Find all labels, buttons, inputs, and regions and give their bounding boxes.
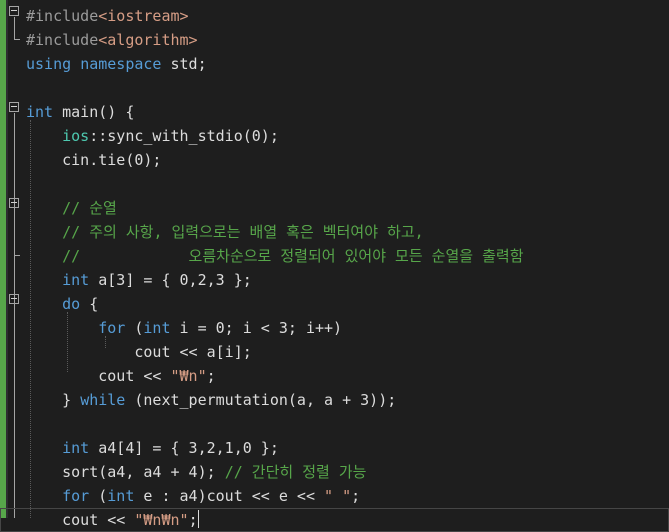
code-token: for (62, 487, 90, 505)
code-line[interactable]: sort(a4, a4 + 4); // 간단히 정렬 가능 (0, 460, 669, 484)
code-token: // 순열 (62, 199, 117, 217)
code-token: using (26, 55, 72, 73)
code-token: int (107, 487, 135, 505)
code-line-text: cout << "₩n"; (26, 364, 216, 388)
code-token: cout << (26, 511, 135, 529)
code-line[interactable]: // 순열 (0, 196, 669, 220)
code-token: { (80, 295, 99, 313)
code-token: ; (188, 511, 198, 529)
code-token: cout << (26, 367, 171, 385)
code-token: cout << a[i]; (26, 343, 252, 361)
code-token: ::sync_with_stdio(0); (89, 127, 279, 145)
code-line[interactable]: // 주의 사항, 입력으로는 배열 혹은 벡터여야 하고, (0, 220, 669, 244)
code-line-text: using namespace std; (26, 52, 207, 76)
code-editor[interactable]: #include<iostream> #include<algorithm> usi… (0, 0, 669, 532)
code-line-text: cin.tie(0); (26, 148, 161, 172)
code-token: ios (62, 127, 90, 145)
code-line-text: cout << a[i]; (26, 340, 252, 364)
code-line-text: #include<iostream> (26, 4, 189, 28)
code-line[interactable] (0, 76, 669, 100)
code-token: do (62, 295, 81, 313)
code-token: #include (26, 7, 99, 25)
code-line-text: ios::sync_with_stdio(0); (26, 124, 279, 148)
code-line[interactable]: ios::sync_with_stdio(0); (0, 124, 669, 148)
code-token: namespace (80, 55, 162, 73)
code-line-text: int a4[4] = { 3,2,1,0 }; (26, 436, 279, 460)
code-token: // 간단히 정렬 가능 (224, 463, 367, 481)
code-line[interactable]: #include<algorithm> (0, 28, 669, 52)
code-token: // 주의 사항, 입력으로는 배열 혹은 벡터여야 하고, (62, 223, 424, 241)
code-line[interactable]: cout << a[i]; (0, 340, 669, 364)
code-line[interactable]: } while (next_permutation(a, a + 3)); (0, 388, 669, 412)
code-token: a4[4] = { 3,2,1,0 }; (89, 439, 279, 457)
code-line[interactable]: cout << "₩n"; (0, 364, 669, 388)
code-token: int (62, 439, 90, 457)
code-line[interactable]: using namespace std; (0, 52, 669, 76)
code-token: cin.tie(0); (26, 151, 162, 169)
code-token: } (26, 391, 81, 409)
code-line-text: #include<algorithm> (26, 28, 198, 52)
code-token: e : a4)cout << e << (134, 487, 325, 505)
code-line[interactable]: #include<iostream> (0, 4, 669, 28)
code-line[interactable]: for (int e : a4)cout << e << " "; (0, 484, 669, 508)
code-line-text: for (int e : a4)cout << e << " "; (26, 484, 360, 508)
code-token: while (80, 391, 126, 409)
code-token: (next_permutation(a, a + 3)); (125, 391, 397, 409)
text-caret (197, 510, 199, 528)
code-token: std; (161, 55, 207, 73)
code-token: a[3] = { 0,2,3 }; (89, 271, 252, 289)
code-line[interactable]: for (int i = 0; i < 3; i++) (0, 316, 669, 340)
code-line-text: } while (next_permutation(a, a + 3)); (26, 388, 396, 412)
code-token: sort(a4, a4 + 4); (26, 463, 225, 481)
code-token: ; (351, 487, 361, 505)
code-token: " " (324, 487, 352, 505)
code-line[interactable]: int a4[4] = { 3,2,1,0 }; (0, 436, 669, 460)
code-token: int (26, 103, 54, 121)
code-line[interactable]: // 오름차순으로 정렬되어 있어야 모든 순열을 출력함 (0, 244, 669, 268)
code-line[interactable]: int a[3] = { 0,2,3 }; (0, 268, 669, 292)
code-line-text: int a[3] = { 0,2,3 }; (26, 268, 252, 292)
code-token: #include (26, 31, 99, 49)
code-line[interactable]: int main() { (0, 100, 669, 124)
code-line[interactable] (0, 172, 669, 196)
code-line-text: sort(a4, a4 + 4); // 간단히 정렬 가능 (26, 460, 366, 484)
code-line-text: do { (26, 292, 98, 316)
code-token: // 오름차순으로 정렬되어 있어야 모든 순열을 출력함 (62, 247, 524, 265)
code-token: "₩n" (170, 367, 207, 385)
code-token: ; (206, 367, 216, 385)
code-token: <algorithm> (98, 31, 198, 49)
code-line[interactable] (0, 412, 669, 436)
code-line[interactable]: cin.tie(0); (0, 148, 669, 172)
code-token: int (143, 319, 171, 337)
code-line-text: for (int i = 0; i < 3; i++) (26, 316, 342, 340)
code-line-text: // 오름차순으로 정렬되어 있어야 모든 순열을 출력함 (26, 244, 524, 268)
code-line-text: // 순열 (26, 196, 117, 220)
code-line-text: // 주의 사항, 입력으로는 배열 혹은 벡터여야 하고, (26, 220, 424, 244)
code-line-text: int main() { (26, 100, 134, 124)
code-token: i = 0; i < 3; i++) (170, 319, 343, 337)
code-token: ( (125, 319, 144, 337)
code-line[interactable]: do { (0, 292, 669, 316)
code-token: ( (89, 487, 108, 505)
code-token: int (62, 271, 90, 289)
code-token: "₩n₩n" (134, 511, 189, 529)
code-line-text: cout << "₩n₩n"; (26, 508, 199, 532)
code-token: <iostream> (98, 7, 189, 25)
code-token: main() { (53, 103, 135, 121)
code-line[interactable]: cout << "₩n₩n"; (0, 508, 669, 532)
code-token: for (98, 319, 126, 337)
